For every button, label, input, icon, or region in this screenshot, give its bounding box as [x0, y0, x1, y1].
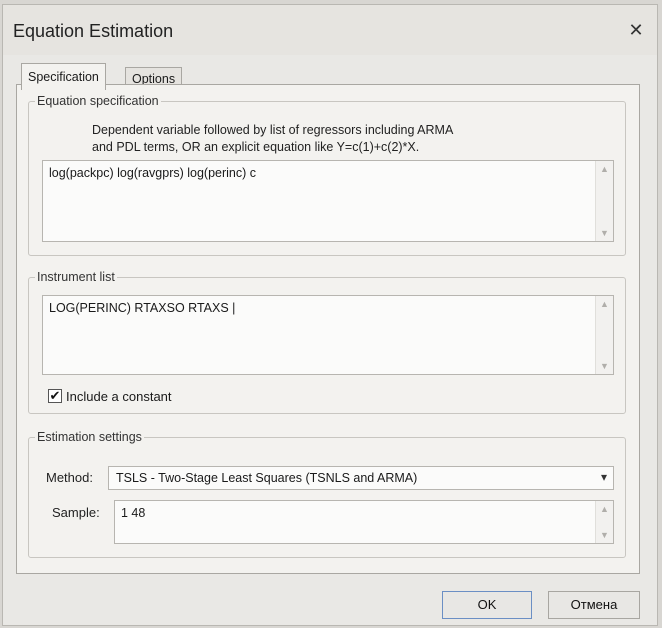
scroll-down-arrow-icon[interactable]: ▼ [596, 527, 613, 543]
instrument-list-input[interactable]: LOG(PERINC) RTAXSO RTAXS | ▲ ▼ [42, 295, 614, 375]
instrument-scrollbar[interactable]: ▲ ▼ [595, 296, 613, 374]
equation-specification-input[interactable]: log(packpc) log(ravgprs) log(perinc) c ▲… [42, 160, 614, 242]
sample-text: 1 48 [121, 506, 146, 520]
equation-specification-legend: Equation specification [37, 94, 159, 108]
scroll-up-arrow-icon[interactable]: ▲ [596, 296, 613, 312]
include-constant-checkbox[interactable]: ✔ [48, 389, 62, 403]
method-select[interactable]: TSLS - Two-Stage Least Squares (TSNLS an… [108, 466, 614, 490]
equation-specification-text: log(packpc) log(ravgprs) log(perinc) c [49, 166, 257, 180]
tab-specification[interactable]: Specification [21, 63, 106, 90]
include-constant-label[interactable]: Include a constant [66, 389, 172, 404]
scroll-up-arrow-icon[interactable]: ▲ [596, 161, 613, 177]
chevron-down-icon[interactable]: ▾ [601, 470, 607, 484]
close-icon[interactable]: ✕ [623, 17, 649, 43]
sample-input[interactable]: 1 48 ▲ ▼ [114, 500, 614, 544]
method-selected-value: TSLS - Two-Stage Least Squares (TSNLS an… [116, 471, 418, 485]
title-bar[interactable]: Equation Estimation ✕ [3, 5, 657, 55]
estimation-settings-legend: Estimation settings [37, 430, 142, 444]
checkmark-icon: ✔ [49, 388, 61, 403]
scroll-up-arrow-icon[interactable]: ▲ [596, 501, 613, 517]
instrument-list-legend: Instrument list [37, 270, 115, 284]
equation-description-line2: and PDL terms, OR an explicit equation l… [92, 140, 420, 154]
scroll-down-arrow-icon[interactable]: ▼ [596, 358, 613, 374]
equation-description-line1: Dependent variable followed by list of r… [92, 123, 454, 137]
method-label: Method: [46, 470, 93, 485]
dialog-title: Equation Estimation [13, 21, 174, 41]
equation-scrollbar[interactable]: ▲ ▼ [595, 161, 613, 241]
ok-button[interactable]: OK [442, 591, 532, 619]
instrument-list-text: LOG(PERINC) RTAXSO RTAXS | [49, 301, 236, 315]
sample-scrollbar[interactable]: ▲ ▼ [595, 501, 613, 543]
sample-label: Sample: [52, 505, 100, 520]
cancel-button[interactable]: Отмена [548, 591, 640, 619]
scroll-down-arrow-icon[interactable]: ▼ [596, 225, 613, 241]
